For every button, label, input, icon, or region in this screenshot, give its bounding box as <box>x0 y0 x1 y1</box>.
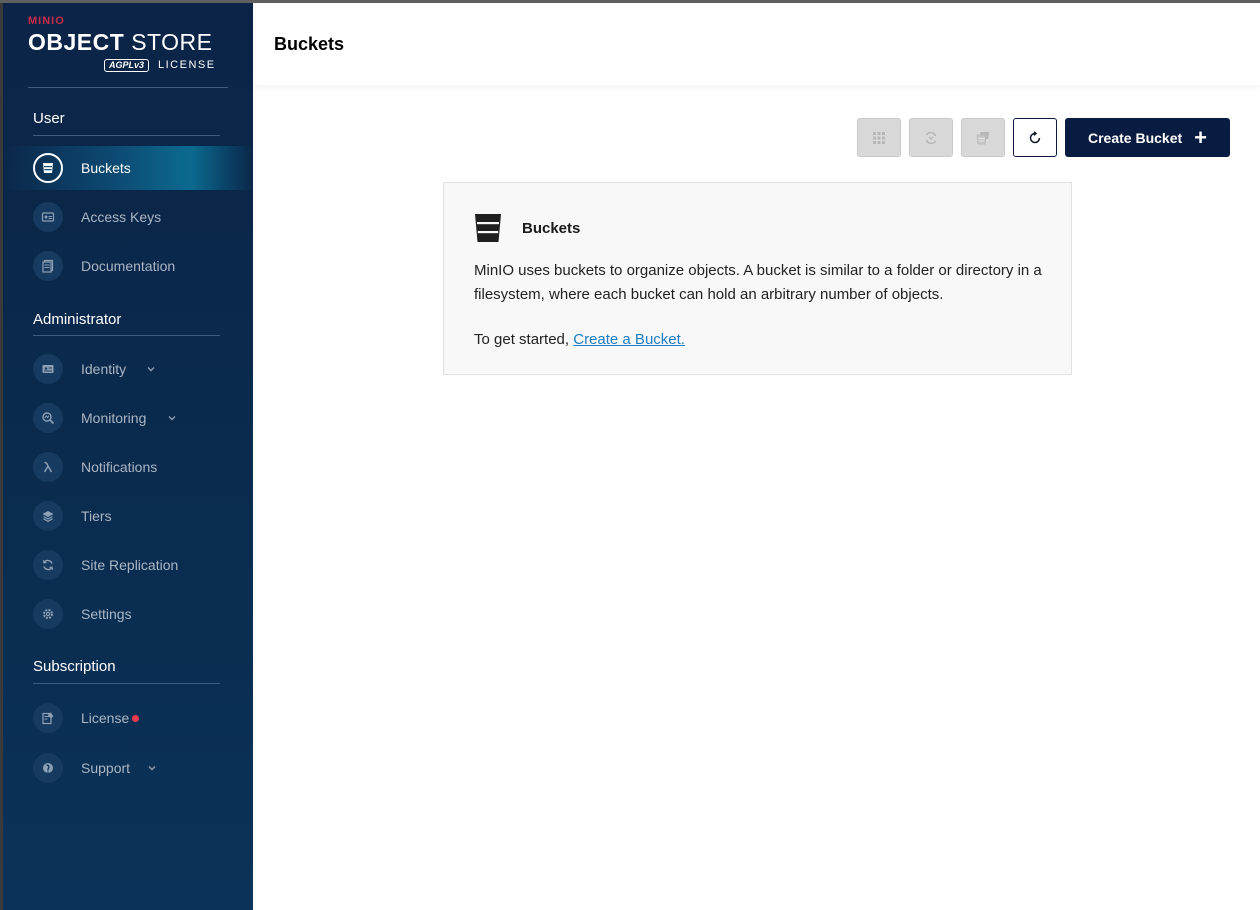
grid-icon <box>873 131 885 144</box>
license-alert-dot <box>132 715 139 722</box>
gear-icon <box>33 599 63 629</box>
section-divider <box>33 135 220 136</box>
empty-state-title: Buckets <box>522 220 581 237</box>
sidebar-item-label: Monitoring <box>81 410 147 426</box>
key-card-icon <box>33 202 63 232</box>
empty-state-description: MinIO uses buckets to organize objects. … <box>474 262 1042 303</box>
bucket-icon <box>475 214 501 242</box>
empty-state-panel: Buckets MinIO uses buckets to organize o… <box>443 182 1072 375</box>
sidebar-item-label: Settings <box>81 606 132 622</box>
magnifier-chart-icon <box>33 403 63 433</box>
bulk-select-button[interactable] <box>857 118 901 157</box>
section-title-subscription: Subscription <box>33 658 116 675</box>
license-certificate-icon <box>33 703 63 733</box>
logo-brand: MINIO <box>28 15 65 27</box>
sidebar-item-notifications[interactable]: Notifications <box>3 445 253 489</box>
logo-product: OBJECT STORE <box>28 29 213 55</box>
section-divider <box>33 335 220 336</box>
sidebar-item-tiers[interactable]: Tiers <box>3 494 253 538</box>
refresh-button[interactable] <box>1013 118 1057 157</box>
sidebar-item-identity[interactable]: Identity <box>3 347 253 391</box>
replication-button[interactable] <box>909 118 953 157</box>
logo-license-word: LICENSE <box>158 59 216 71</box>
page-title: Buckets <box>274 34 345 54</box>
chevron-down-icon[interactable] <box>144 362 158 376</box>
plus-icon: + <box>1194 124 1207 150</box>
bucket-lifecycle-button[interactable] <box>961 118 1005 157</box>
support-icon <box>33 753 63 783</box>
sidebar-item-label: Support <box>81 760 131 776</box>
get-started-prefix: To get started, <box>474 331 570 348</box>
sidebar-item-monitoring[interactable]: Monitoring <box>3 396 253 440</box>
sidebar-item-documentation[interactable]: Documentation <box>3 244 253 288</box>
section-title-user: User <box>33 110 65 127</box>
sidebar-item-support[interactable]: Support <box>3 746 253 790</box>
minio-logo[interactable]: MINIO OBJECT STORE AGPLv3 LICENSE <box>28 15 228 77</box>
layers-icon <box>33 501 63 531</box>
sidebar-item-label: Notifications <box>81 459 158 475</box>
document-icon <box>33 251 63 281</box>
section-divider <box>33 683 220 684</box>
get-started-text: To get started, Create a Bucket. <box>474 331 685 348</box>
create-bucket-label: Create Bucket <box>1087 129 1183 146</box>
create-bucket-button[interactable]: Create Bucket + <box>1065 118 1230 157</box>
sidebar-item-label: License <box>81 710 130 726</box>
sidebar-item-label: Access Keys <box>81 209 162 225</box>
lambda-icon <box>33 452 63 482</box>
sidebar-item-access-keys[interactable]: Access Keys <box>3 195 253 239</box>
create-bucket-link[interactable]: Create a Bucket. <box>573 331 685 348</box>
sidebar-item-site-replication[interactable]: Site Replication <box>3 543 253 587</box>
chevron-down-icon[interactable] <box>165 411 179 425</box>
sidebar: MINIO OBJECT STORE AGPLv3 LICENSE User B… <box>3 3 253 910</box>
sidebar-item-buckets[interactable]: Buckets <box>3 146 253 190</box>
sidebar-item-license[interactable]: License <box>3 696 253 740</box>
sidebar-item-label: Buckets <box>81 160 131 176</box>
multi-bucket-icon <box>976 131 989 144</box>
bucket-icon <box>33 153 63 183</box>
sidebar-item-settings[interactable]: Settings <box>3 592 253 636</box>
sidebar-item-label: Identity <box>81 361 127 377</box>
section-title-administrator: Administrator <box>33 311 122 328</box>
agpl-badge: AGPLv3 <box>104 59 150 72</box>
sidebar-item-label: Documentation <box>81 258 176 274</box>
logo-divider <box>28 87 228 88</box>
sidebar-item-label: Tiers <box>81 508 112 524</box>
id-card-icon <box>33 354 63 384</box>
sync-icon <box>33 550 63 580</box>
refresh-icon <box>1029 130 1041 143</box>
chevron-down-icon[interactable] <box>145 761 159 775</box>
replication-icon <box>925 131 937 144</box>
page-header: Buckets <box>253 3 1260 85</box>
sidebar-item-label: Site Replication <box>81 557 179 573</box>
